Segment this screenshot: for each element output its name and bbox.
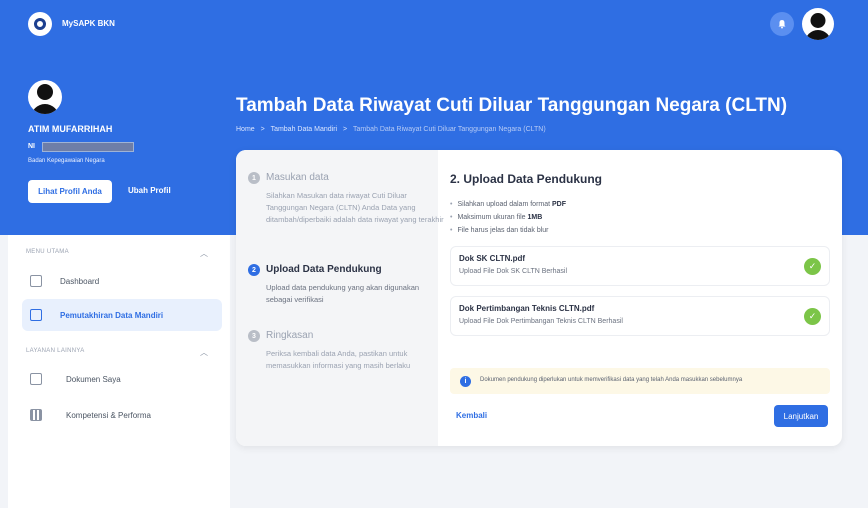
user-avatar-icon[interactable] bbox=[802, 8, 834, 40]
nip-redacted-value bbox=[42, 142, 134, 152]
breadcrumb-current: Tambah Data Riwayat Cuti Diluar Tanggung… bbox=[352, 126, 546, 133]
file-status: Upload File Dok SK CLTN Berhasil bbox=[459, 268, 568, 275]
app-name: MySAPK BKN bbox=[62, 19, 115, 28]
app-logo-icon[interactable] bbox=[28, 12, 52, 36]
check-icon: ✓ bbox=[804, 258, 821, 275]
step-list: 1 Masukan data Silahkan Masukan data riw… bbox=[236, 150, 444, 446]
uploaded-file-card[interactable]: Dok SK CLTN.pdf Upload File Dok SK CLTN … bbox=[450, 246, 830, 286]
sidebar-item-dashboard[interactable]: Dashboard bbox=[22, 267, 99, 295]
section-label-layanan-lainnya: LAYANAN LAINNYA bbox=[26, 348, 85, 354]
upload-panel: 2. Upload Data Pendukung Silahkan upload… bbox=[438, 150, 842, 446]
step-number: 1 bbox=[248, 172, 260, 184]
breadcrumb: Home > Tambah Data Mandiri > Tambah Data… bbox=[236, 126, 546, 133]
sidebar-item-dokumen-saya[interactable]: Dokumen Saya bbox=[22, 365, 121, 393]
file-name: Dok SK CLTN.pdf bbox=[459, 254, 526, 263]
sidebar: MENU UTAMA ︿ Dashboard Pemutakhiran Data… bbox=[8, 235, 230, 508]
breadcrumb-home[interactable]: Home bbox=[236, 126, 255, 133]
step-number: 2 bbox=[248, 264, 260, 276]
step-title: Ringkasan bbox=[266, 330, 314, 341]
sidebar-item-label: Kompetensi & Performa bbox=[66, 410, 151, 420]
info-notice: i Dokumen pendukung diperlukan untuk mem… bbox=[450, 368, 830, 394]
form-card: 1 Masukan data Silahkan Masukan data riw… bbox=[236, 150, 842, 446]
file-status: Upload File Dok Pertimbangan Teknis CLTN… bbox=[459, 318, 623, 325]
sidebar-item-label: Dokumen Saya bbox=[66, 374, 121, 384]
notice-text: Dokumen pendukung diperlukan untuk memve… bbox=[480, 377, 743, 383]
info-icon: i bbox=[460, 376, 471, 387]
step-description: Periksa kembali data Anda, pastikan untu… bbox=[266, 349, 411, 370]
sidebar-item-kompetensi[interactable]: Kompetensi & Performa bbox=[22, 401, 151, 429]
requirement-item: Silahkan upload dalam format PDF bbox=[450, 198, 566, 211]
sidebar-item-label: Dashboard bbox=[60, 276, 100, 286]
requirement-item: File harus jelas dan tidak blur bbox=[450, 224, 566, 237]
user-name: ATIM MUFARRIHAH bbox=[28, 124, 113, 134]
requirement-list: Silahkan upload dalam format PDF Maksimu… bbox=[450, 198, 566, 237]
uploaded-file-card[interactable]: Dok Pertimbangan Teknis CLTN.pdf Upload … bbox=[450, 296, 830, 336]
document-icon bbox=[30, 373, 42, 385]
competency-icon bbox=[30, 409, 42, 421]
nip-label: NI bbox=[28, 143, 35, 150]
breadcrumb-separator: > bbox=[343, 126, 348, 133]
organization-name: Badan Kepegawaian Negara bbox=[28, 158, 105, 164]
profile-avatar bbox=[28, 80, 62, 114]
chevron-up-icon[interactable]: ︿ bbox=[200, 347, 208, 358]
breadcrumb-tambah-data[interactable]: Tambah Data Mandiri bbox=[271, 126, 338, 133]
continue-button[interactable]: Lanjutkan bbox=[774, 405, 828, 427]
requirement-item: Maksimum ukuran file 1MB bbox=[450, 211, 566, 224]
file-name: Dok Pertimbangan Teknis CLTN.pdf bbox=[459, 304, 595, 313]
page-title: Tambah Data Riwayat Cuti Diluar Tanggung… bbox=[236, 95, 788, 116]
step-title: Upload Data Pendukung bbox=[266, 264, 382, 275]
top-bar: MySAPK BKN bbox=[0, 0, 868, 52]
dashboard-icon bbox=[30, 275, 42, 287]
chevron-up-icon[interactable]: ︿ bbox=[200, 248, 208, 259]
step-description: Silahkan Masukan data riwayat Cuti Dilua… bbox=[266, 191, 444, 224]
section-label-menu-utama: MENU UTAMA bbox=[26, 249, 69, 255]
breadcrumb-separator: > bbox=[260, 126, 265, 133]
check-icon: ✓ bbox=[804, 308, 821, 325]
sidebar-item-pemutakhiran[interactable]: Pemutakhiran Data Mandiri bbox=[22, 299, 222, 331]
edit-profile-link[interactable]: Ubah Profil bbox=[128, 186, 171, 195]
view-profile-button[interactable]: Lihat Profil Anda bbox=[28, 180, 112, 203]
sidebar-item-label: Pemutakhiran Data Mandiri bbox=[60, 310, 164, 320]
step-number: 3 bbox=[248, 330, 260, 342]
data-update-icon bbox=[30, 309, 42, 321]
step-title: Masukan data bbox=[266, 172, 329, 183]
step-description: Upload data pendukung yang akan digunaka… bbox=[266, 283, 420, 304]
notification-bell-icon[interactable] bbox=[770, 12, 794, 36]
back-button[interactable]: Kembali bbox=[456, 411, 487, 420]
upload-title: 2. Upload Data Pendukung bbox=[450, 172, 603, 186]
